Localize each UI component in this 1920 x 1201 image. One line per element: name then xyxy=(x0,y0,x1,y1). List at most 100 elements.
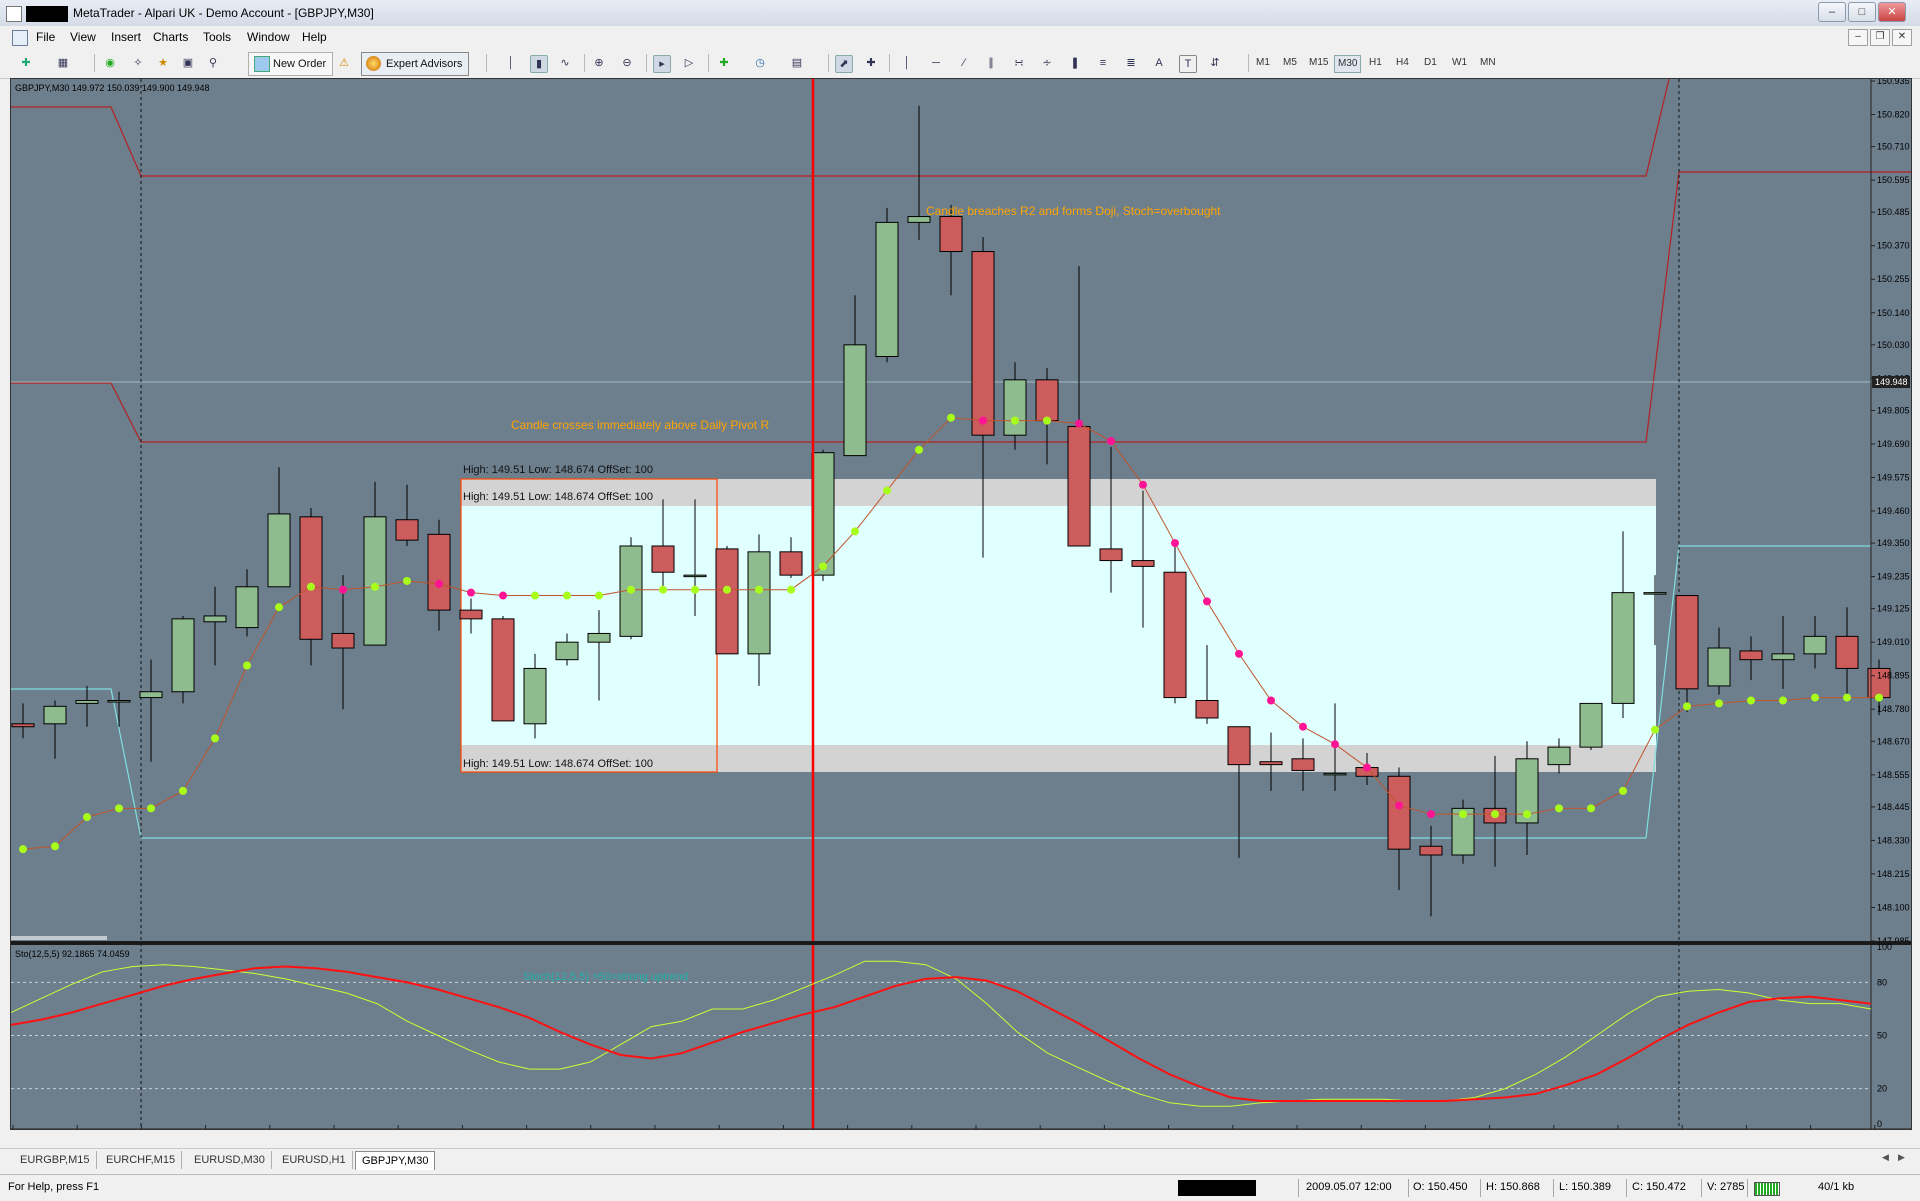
andrews-pitchfork-icon[interactable]: ≣ xyxy=(1123,55,1139,71)
minimize-button[interactable]: – xyxy=(1818,2,1846,22)
tf-h4[interactable]: H4 xyxy=(1393,55,1412,71)
indicator-dot-up xyxy=(1491,810,1499,819)
chart-window[interactable]: Candle breaches R2 and forms Doji, Stoch… xyxy=(10,78,1912,1130)
price-tick-label: 150.485 xyxy=(1877,207,1910,217)
candle-bear xyxy=(459,609,483,620)
indicator-dot-up xyxy=(1011,416,1019,425)
channel-icon[interactable]: ∻ xyxy=(1039,55,1055,71)
close-button[interactable]: ✕ xyxy=(1878,2,1906,22)
tab-scroll-left-icon[interactable]: ◀ xyxy=(1882,1152,1889,1163)
price-tick-label: 149.125 xyxy=(1877,604,1910,614)
indicator-dot-up xyxy=(211,734,219,743)
price-chart[interactable]: Candle breaches R2 and forms Doji, Stoch… xyxy=(11,79,1911,1129)
mdi-restore-button[interactable]: ❐ xyxy=(1870,29,1890,46)
menu-charts[interactable]: Charts xyxy=(153,30,188,44)
tf-w1[interactable]: W1 xyxy=(1449,55,1470,71)
new-chart-icon[interactable]: ✚ xyxy=(18,55,34,71)
market-watch-icon[interactable]: ◉ xyxy=(102,55,118,71)
document-icon[interactable] xyxy=(12,30,28,46)
candle-bull xyxy=(523,667,547,725)
trendline-icon[interactable]: ∕ xyxy=(956,55,972,71)
status-close: C: 150.472 xyxy=(1632,1181,1686,1193)
price-tick-label: 148.895 xyxy=(1877,671,1910,681)
tf-m5[interactable]: M5 xyxy=(1280,55,1300,71)
menu-tools[interactable]: Tools xyxy=(203,30,231,44)
zoom-in-icon[interactable]: ⊕ xyxy=(591,55,607,71)
tab-gbpjpy-m30[interactable]: GBPJPY,M30 xyxy=(355,1151,436,1170)
arrows-icon[interactable]: ⇵ xyxy=(1207,55,1223,71)
line-chart-icon[interactable]: ∿ xyxy=(557,55,573,71)
menu-view[interactable]: View xyxy=(70,30,96,44)
indicator-dot-down xyxy=(499,591,507,600)
equidistant-channel-icon[interactable]: ∥ xyxy=(983,55,999,71)
tf-m1[interactable]: M1 xyxy=(1253,55,1273,71)
indicators-icon[interactable]: ✚ xyxy=(716,55,732,71)
indicator-dot-up xyxy=(1459,810,1467,819)
candle-bear xyxy=(1835,635,1859,669)
navigator-icon[interactable]: ★ xyxy=(155,55,171,71)
indicator-dot-up xyxy=(115,804,123,813)
candle-bull xyxy=(1611,592,1635,704)
indicator-dot-up xyxy=(1555,804,1563,813)
menu-window[interactable]: Window xyxy=(247,30,290,44)
indicator-dot-up xyxy=(1043,416,1051,425)
periods-icon[interactable]: ◷ xyxy=(752,55,768,71)
expert-advisors-button[interactable]: Expert Advisors xyxy=(361,52,470,76)
cursor-icon[interactable]: ⬈ xyxy=(835,55,853,73)
horizontal-line-icon[interactable]: ─ xyxy=(928,55,944,71)
price-tick-label: 149.690 xyxy=(1877,439,1910,449)
text-icon[interactable]: A xyxy=(1151,55,1167,71)
candle-bull xyxy=(1323,772,1347,776)
tab-scroll-right-icon[interactable]: ▶ xyxy=(1898,1152,1905,1163)
tf-mn[interactable]: MN xyxy=(1477,55,1499,71)
text-label-icon[interactable]: T xyxy=(1179,55,1197,73)
crosshair-icon[interactable]: ✚ xyxy=(863,55,879,71)
indicator-dot-up xyxy=(1779,696,1787,705)
cycle-lines-icon[interactable]: ❚ xyxy=(1067,55,1083,71)
indicator-dot-up xyxy=(595,591,603,600)
candle-bull xyxy=(235,586,259,629)
candle-bull xyxy=(1547,746,1571,766)
tab-eurusd-h1[interactable]: EURUSD,H1 xyxy=(276,1151,353,1169)
vertical-line-icon[interactable]: │ xyxy=(899,55,915,71)
chart-shift-icon[interactable]: ▷ xyxy=(681,55,697,71)
profiles-icon[interactable]: ▦ xyxy=(55,55,71,71)
alert-icon[interactable]: ⚠ xyxy=(336,55,352,71)
menu-insert[interactable]: Insert xyxy=(111,30,141,44)
toolbar: ✚ ▦ ◉ ✧ ★ ▣ ⚲ New Order ⚠ Expert Advisor… xyxy=(0,48,1920,79)
app-icon[interactable] xyxy=(6,6,22,22)
tf-h1[interactable]: H1 xyxy=(1366,55,1385,71)
autoscroll-icon[interactable]: ▸ xyxy=(653,55,671,73)
menu-help[interactable]: Help xyxy=(302,30,327,44)
new-order-button[interactable]: New Order xyxy=(248,52,334,76)
mdi-minimize-button[interactable]: – xyxy=(1848,29,1868,46)
tf-d1[interactable]: D1 xyxy=(1421,55,1440,71)
candle-bull xyxy=(363,516,387,646)
candlestick-icon[interactable]: ▮ xyxy=(530,55,548,73)
mdi-close-button[interactable]: ✕ xyxy=(1892,29,1912,46)
candle-bull xyxy=(747,551,771,655)
bar-chart-icon[interactable]: │ xyxy=(503,55,519,71)
annotation-pivot-cross: Candle crosses immediately above Daily P… xyxy=(511,418,769,432)
candle-bull xyxy=(683,574,707,578)
maximize-button[interactable]: □ xyxy=(1848,2,1876,22)
tab-eurgbp-m15[interactable]: EURGBP,M15 xyxy=(14,1151,97,1169)
candle-bear xyxy=(971,251,995,436)
fibonacci-icon[interactable]: ≡ xyxy=(1095,55,1111,71)
menu-file[interactable]: File xyxy=(36,30,55,44)
zoom-out-icon[interactable]: ⊖ xyxy=(619,55,635,71)
tf-m30[interactable]: M30 xyxy=(1334,55,1362,73)
price-tick-label: 149.350 xyxy=(1877,538,1910,548)
tf-m15[interactable]: M15 xyxy=(1306,55,1331,71)
indicator-dot-up xyxy=(51,842,59,851)
tab-eurchf-m15[interactable]: EURCHF,M15 xyxy=(100,1151,183,1169)
templates-icon[interactable]: ▤ xyxy=(789,55,805,71)
price-tick-label: 150.595 xyxy=(1877,175,1910,185)
stoch-tick-label: 20 xyxy=(1877,1084,1887,1094)
tab-eurusd-m30[interactable]: EURUSD,M30 xyxy=(188,1151,272,1169)
fibonacci-fan-icon[interactable]: ∺ xyxy=(1011,55,1027,71)
terminal-icon[interactable]: ▣ xyxy=(180,55,196,71)
data-window-icon[interactable]: ✧ xyxy=(130,55,146,71)
indicator-dot-up xyxy=(1715,699,1723,708)
tester-icon[interactable]: ⚲ xyxy=(205,55,221,71)
